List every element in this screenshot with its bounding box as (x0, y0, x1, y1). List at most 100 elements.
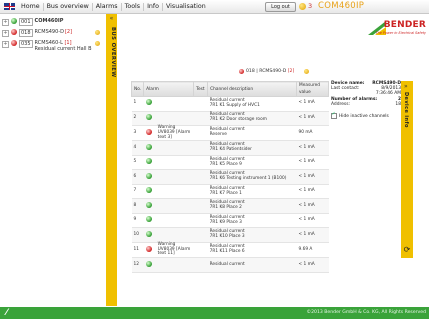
expand-icon[interactable]: + (2, 30, 9, 37)
status-alarm-suffix: [2] (287, 68, 295, 74)
table-row[interactable]: 9 Residual current 7R1 K9 Place 3 < 1 mA (131, 213, 329, 229)
nav-info[interactable]: Info (144, 2, 163, 11)
row-test[interactable] (193, 169, 208, 185)
last-contact-time: 7:36:46 AM (375, 91, 401, 96)
row-status (143, 213, 156, 229)
device-tree: + 001 COM460IP + 018 RCMS490-D [2] + 035… (0, 14, 106, 306)
bender-logo: BENDER The Power in Electrical Safety (364, 20, 426, 46)
nav-alarms[interactable]: Alarms (93, 2, 122, 11)
alarm-panel: 018 | RCMS490-D [2] No. Alarm Test Chann… (130, 62, 414, 273)
row-test[interactable] (193, 155, 208, 171)
row-test[interactable] (193, 257, 208, 273)
tree-item-018[interactable]: + 018 RCMS490-D [2] (2, 29, 104, 37)
row-status (143, 184, 156, 200)
row-value: 9.69 A (296, 242, 329, 259)
table-row[interactable]: 2 Residual current 7R1 K2 Door storage roo… (131, 111, 329, 126)
expand-icon[interactable]: + (2, 41, 9, 48)
row-status (143, 125, 156, 142)
nav-tools[interactable]: Tools (122, 2, 145, 11)
collapse-left-icon[interactable]: « (108, 15, 115, 22)
status-ok-icon (145, 260, 152, 267)
table-row[interactable]: 4 Residual current 7R1 K4 Patientsider < 1 … (131, 140, 329, 156)
expand-right-icon[interactable]: » (404, 83, 408, 90)
uk-flag-icon[interactable] (4, 3, 15, 10)
table-row[interactable]: 6 Residual current 7R1 K6 Testing instrume… (131, 169, 329, 185)
tree-item-001[interactable]: + 001 COM460IP (2, 18, 104, 26)
column-header-value[interactable]: Measured value (296, 81, 329, 97)
tree-item-035[interactable]: + 035 RCMS460-L [1] Residual current Hal… (2, 40, 104, 52)
row-number: 11 (131, 242, 144, 259)
row-alarm (155, 111, 194, 126)
column-header-alarm[interactable]: Alarm (143, 81, 195, 97)
tree-item-text: RCMS460-L [1] Residual current Hall B (35, 40, 92, 52)
row-value: < 1 mA (296, 96, 329, 112)
row-alarm (155, 155, 194, 171)
row-number: 12 (131, 257, 144, 273)
table-row[interactable]: 5 Residual current 7R1 K5 Place 9 < 1 mA (131, 155, 329, 171)
checkbox-checked-icon[interactable] (331, 112, 337, 119)
row-test[interactable] (193, 227, 208, 243)
row-number: 8 (131, 198, 144, 214)
nav-bus-overview[interactable]: Bus overview (44, 2, 93, 11)
row-description: Residual current 7R1 K9 Place 3 (207, 213, 297, 229)
hide-inactive-checkbox[interactable]: Hide inactive channels (331, 112, 401, 119)
row-value: < 1 mA (296, 169, 329, 185)
column-header-description[interactable]: Channel description (207, 81, 297, 97)
row-value: < 1 mA (296, 111, 329, 126)
row-value: < 1 mA (296, 155, 329, 171)
table-row[interactable]: 10 Residual current 7R1 K10 Place 3 < 1 mA (131, 227, 329, 243)
bus-overview-sidebar[interactable]: « BUS OVERVIEW (106, 14, 117, 306)
table-row[interactable]: 7 Residual current 7R1 K7 Place 1 < 1 mA (131, 184, 329, 200)
channel-table: No. Alarm Test Channel description Measu… (130, 81, 329, 273)
table-row[interactable]: 11 Warning UV8039 [Alarm text 11] Residual… (131, 242, 329, 259)
alarm-count[interactable]: 3 (308, 1, 312, 12)
row-desc-line2: 7R1 K8 Place 2 (209, 205, 242, 211)
warning-icon (304, 69, 310, 74)
row-test[interactable] (193, 96, 208, 112)
tree-device-name: COM460IP (34, 18, 64, 24)
nav-home[interactable]: Home (18, 2, 44, 11)
row-description: Residual current 7R1 K6 Testing instrumen… (207, 169, 297, 185)
copyright: ©2013 Bender GmbH & Co. KG, All Rights R… (306, 310, 426, 315)
row-description: Residual current 7R1 K1 Supply of HVC1 (207, 96, 297, 112)
row-value: < 1 mA (296, 257, 329, 273)
table-row[interactable]: 12 Residual current < 1 mA (131, 257, 329, 273)
status-ok-icon (145, 230, 152, 237)
status-alarm-icon (145, 245, 152, 252)
table-header-row: No. Alarm Test Channel description Measu… (130, 81, 329, 97)
row-test[interactable] (193, 213, 208, 229)
row-desc-line2: 7R1 K7 Place 1 (209, 190, 242, 196)
row-description: Residual current 7R1 K11 Place 6 (207, 242, 297, 259)
footer-logo-icon: ⁄ (6, 308, 8, 318)
status-alarm-icon (239, 68, 244, 74)
expand-icon[interactable]: + (2, 19, 9, 26)
alarm-warning-icon[interactable] (299, 3, 306, 10)
row-alarm: Warning UV8039 [Alarm text 11] (155, 242, 194, 259)
status-ok-icon (145, 216, 152, 223)
refresh-icon[interactable]: ⟳ (402, 245, 412, 255)
table-row[interactable]: 8 Residual current 7R1 K8 Place 2 < 1 mA (131, 198, 329, 214)
row-desc-line2: 7R1 K10 Place 3 (209, 234, 245, 240)
row-status (143, 169, 156, 185)
device-info-sidebar[interactable]: » Device info ⟳ (401, 81, 413, 258)
row-test[interactable] (193, 125, 208, 142)
row-alarm (155, 184, 194, 200)
column-header-no[interactable]: No. (130, 81, 145, 97)
hide-inactive-label: Hide inactive channels (339, 113, 389, 119)
column-header-test[interactable]: Test (193, 81, 209, 97)
table-row[interactable]: 3 Warning UV8039 [Alarm text 3] Residual c… (131, 125, 329, 142)
row-test[interactable] (193, 198, 208, 214)
brand-tagline: The Power in Electrical Safety (375, 31, 426, 35)
status-address: 018 (246, 68, 255, 74)
nav-visualisation[interactable]: Visualisation (163, 3, 209, 11)
logout-button[interactable]: Log out (265, 2, 296, 12)
table-row[interactable]: 1 Residual current 7R1 K1 Supply of HVC1 < … (131, 96, 329, 112)
status-ok-icon (145, 143, 152, 150)
row-description: Residual current (207, 257, 297, 273)
row-test[interactable] (193, 184, 208, 200)
row-test[interactable] (193, 111, 208, 126)
row-number: 10 (131, 227, 144, 243)
row-test[interactable] (193, 140, 208, 156)
row-test[interactable] (193, 242, 208, 259)
row-value: 90 mA (296, 125, 329, 142)
